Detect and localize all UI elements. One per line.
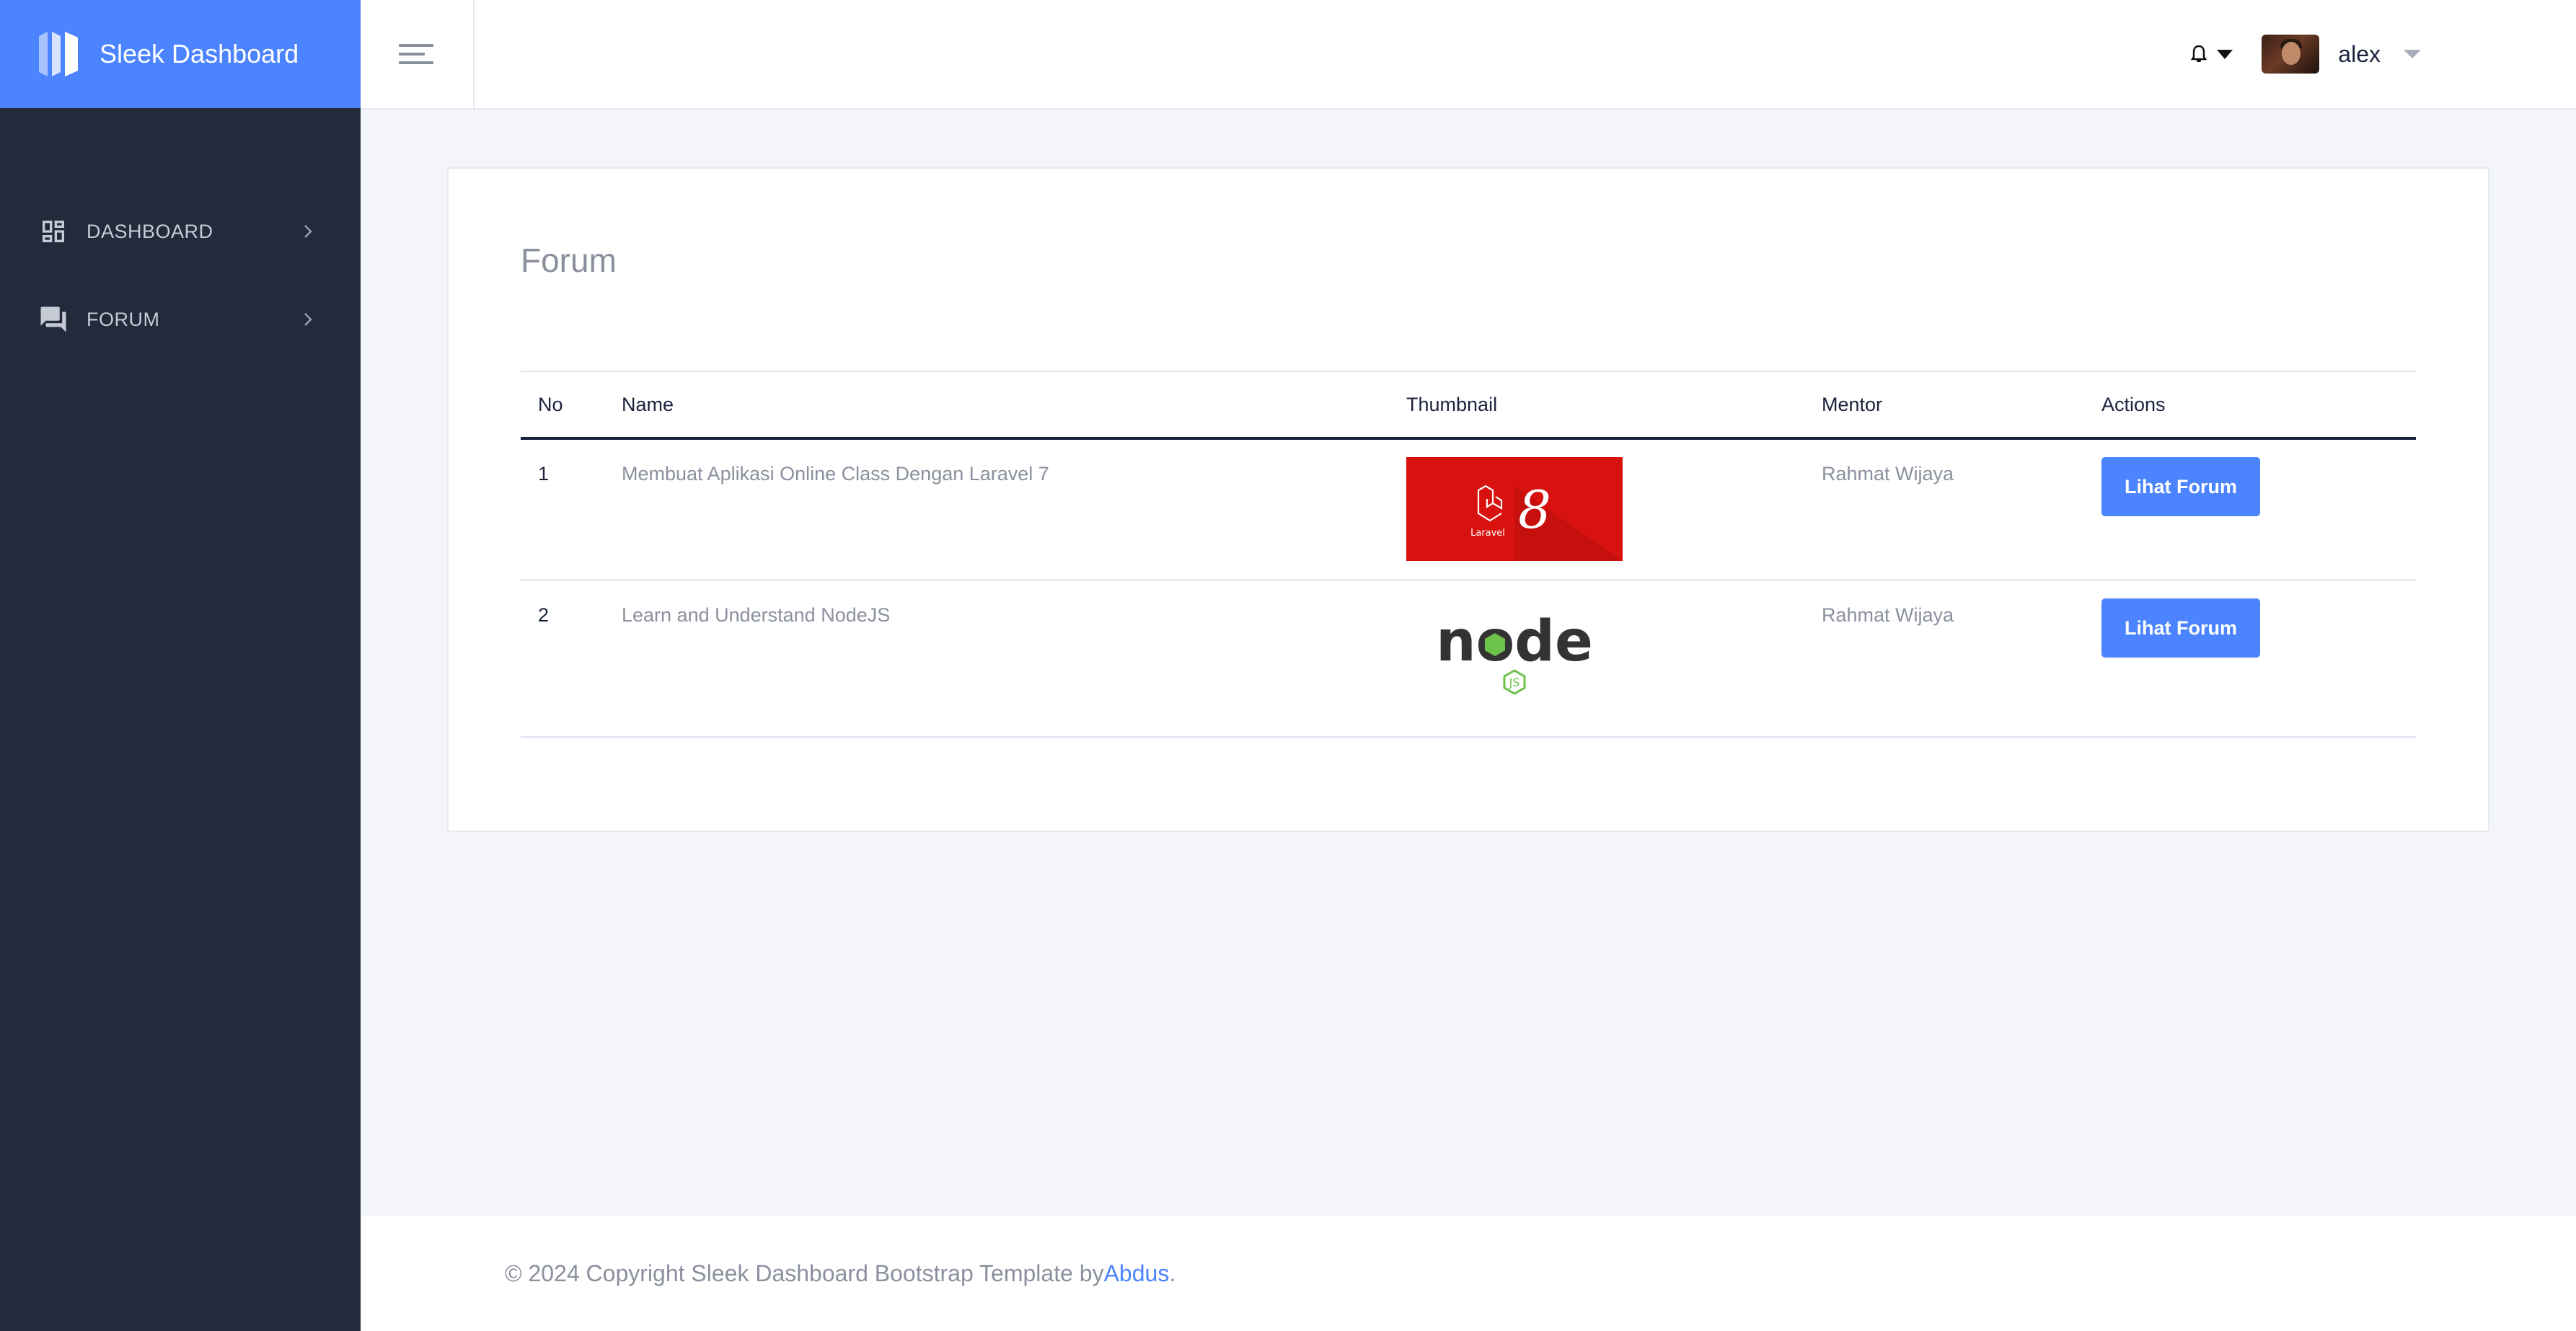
user-name[interactable]: alex (2338, 41, 2381, 68)
cell-thumbnail: node JS (1406, 581, 1822, 736)
user-menu-caret-icon[interactable] (2404, 50, 2421, 58)
brand[interactable]: Sleek Dashboard (0, 0, 361, 108)
node-text: node (1436, 609, 1593, 674)
sleek-logo-icon (39, 32, 78, 76)
notification-button[interactable] (2191, 45, 2233, 63)
sidebar: Sleek Dashboard DASHBOARD FORUM (0, 0, 361, 1331)
table-row: 1 Membuat Aplikasi Online Class Dengan L… (521, 440, 2416, 581)
header-user-area: alex (2191, 0, 2421, 108)
lihat-forum-button[interactable]: Lihat Forum (2101, 457, 2260, 516)
laravel-text: Laravel (1470, 528, 1505, 539)
sidebar-item-label: FORUM (87, 308, 160, 330)
cell-name: Learn and Understand NodeJS (622, 604, 891, 626)
laravel-8-thumbnail: Laravel 8 (1406, 457, 1623, 561)
menu-toggle-icon (399, 44, 433, 64)
footer-author-link[interactable]: Abdus (1104, 1260, 1170, 1287)
laravel-version: 8 (1518, 479, 1551, 540)
sidebar-item-forum[interactable]: FORUM (0, 275, 361, 363)
column-header-name: Name (622, 393, 674, 415)
cell-actions: Lihat Forum (2101, 581, 2416, 736)
page-title: Forum (521, 242, 617, 279)
cell-name: Membuat Aplikasi Online Class Dengan Lar… (622, 463, 1049, 485)
sidebar-item-label: DASHBOARD (87, 220, 213, 242)
sidebar-toggle-button[interactable] (361, 0, 475, 108)
forum-table: No Name Thumbnail Mentor Actions 1 Membu… (521, 371, 2416, 738)
top-header: alex (361, 0, 2576, 110)
forum-card: Forum No Name Thumbnail Mentor Actions 1… (447, 167, 2489, 832)
bell-icon (2191, 45, 2207, 62)
sidebar-item-dashboard[interactable]: DASHBOARD (0, 187, 361, 275)
lihat-forum-button[interactable]: Lihat Forum (2101, 598, 2260, 658)
sidebar-nav: DASHBOARD FORUM (0, 108, 361, 363)
column-header-thumbnail: Thumbnail (1406, 393, 1498, 415)
chevron-right-icon (304, 225, 312, 238)
cell-thumbnail: Laravel 8 (1406, 440, 1822, 579)
brand-name: Sleek Dashboard (100, 39, 299, 68)
footer-end: . (1169, 1260, 1176, 1286)
node-js-text: JS (1509, 676, 1520, 689)
column-header-mentor: Mentor (1822, 393, 1883, 415)
cell-no: 1 (538, 463, 550, 485)
chevron-right-icon (304, 313, 312, 326)
forum-icon (38, 304, 69, 335)
avatar[interactable] (2262, 35, 2320, 74)
column-header-no: No (538, 393, 563, 415)
cell-actions: Lihat Forum (2101, 440, 2416, 579)
table-row: 2 Learn and Understand NodeJS node JS Ra… (521, 581, 2416, 738)
cell-mentor: Rahmat Wijaya (1822, 463, 1954, 485)
footer: © 2024 Copyright Sleek Dashboard Bootstr… (361, 1216, 2576, 1331)
nodejs-thumbnail: node JS (1406, 598, 1623, 714)
table-header: No Name Thumbnail Mentor Actions (521, 372, 2416, 440)
cell-mentor: Rahmat Wijaya (1822, 604, 1954, 626)
chevron-down-icon (2217, 49, 2233, 59)
dashboard-icon (38, 216, 69, 247)
footer-copyright: © 2024 Copyright Sleek Dashboard Bootstr… (505, 1260, 1104, 1286)
column-header-actions: Actions (2101, 393, 2166, 415)
cell-no: 2 (538, 604, 550, 626)
